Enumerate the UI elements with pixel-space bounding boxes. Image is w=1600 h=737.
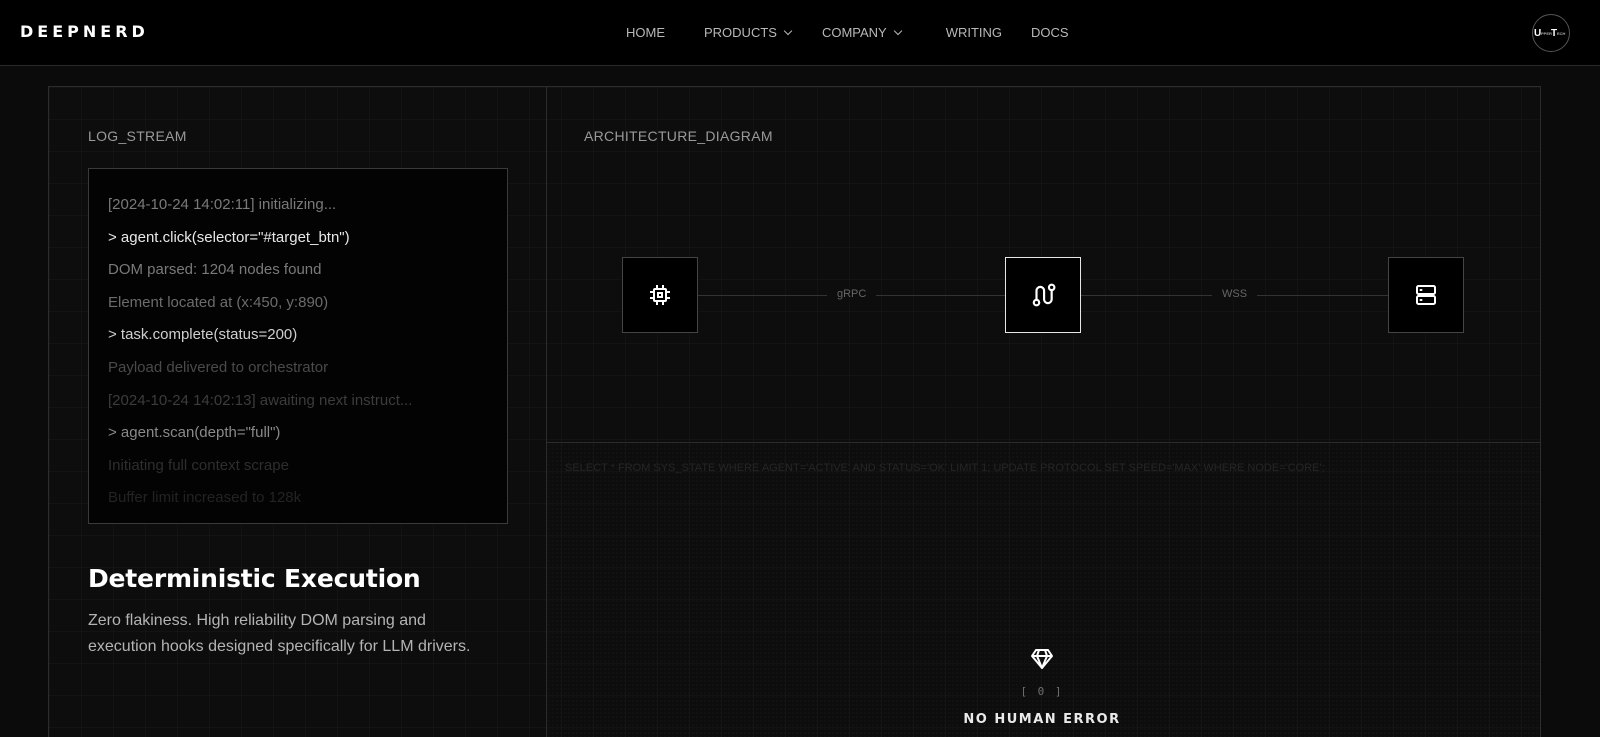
nav-link-products[interactable]: PRODUCTS <box>704 25 793 40</box>
nav-link-docs[interactable]: DOCS <box>1031 25 1069 40</box>
feature-title: Deterministic Execution <box>88 564 421 593</box>
connection-label-wss: WSS <box>1212 288 1258 300</box>
feature-description: Zero flakiness. High reliability DOM par… <box>88 612 471 655</box>
route-icon <box>1032 283 1056 307</box>
top-navbar: DEEPNERD HOME PRODUCTS COMPANY WRITING D… <box>0 0 1600 66</box>
chevron-down-icon <box>783 26 793 35</box>
architecture-diagram-label: ARCHITECTURE_DIAGRAM <box>584 128 773 144</box>
logo[interactable]: DEEPNERD <box>20 22 149 41</box>
log-line: DOM parsed: 1204 nodes found <box>108 261 322 279</box>
nav-link-company[interactable]: COMPANY <box>821 25 902 40</box>
svg-text:ECH: ECH <box>1557 31 1566 36</box>
diamond-icon <box>1030 648 1054 674</box>
nav-link-label: HOME <box>626 25 665 40</box>
nav-link-label: COMPANY <box>821 25 887 40</box>
metric-title: NO HUMAN ERROR <box>963 712 1121 727</box>
chevron-down-icon <box>893 26 902 35</box>
uppertech-logo-icon: U PPER T ECH <box>1534 28 1566 39</box>
log-line: Buffer limit increased to 128k <box>108 489 302 507</box>
nav-link-home[interactable]: HOME <box>626 25 665 40</box>
nav-link-label: DOCS <box>1031 25 1069 40</box>
metric-counter: [ 0 ] <box>1020 685 1064 698</box>
diagram-node-agent[interactable] <box>622 257 698 333</box>
log-line: > agent.scan(depth="full") <box>108 424 281 442</box>
log-line: Payload delivered to orchestrator <box>108 358 329 376</box>
log-line: [2024-10-24 14:02:11] initializing... <box>108 196 337 213</box>
log-line: > task.complete(status=200) <box>108 326 298 344</box>
diagram-node-router[interactable] <box>1005 257 1081 333</box>
sql-query-text: SELECT * FROM SYS_STATE WHERE AGENT='ACT… <box>565 462 1325 474</box>
cpu-icon <box>650 285 670 305</box>
diagram-node-server[interactable] <box>1388 257 1464 333</box>
log-stream-box[interactable]: [2024-10-24 14:02:11] initializing... > … <box>88 168 508 524</box>
log-line: Element located at (x:450, y:890) <box>108 293 329 311</box>
log-line: > agent.click(selector="#target_btn") <box>108 228 350 246</box>
nav-link-writing[interactable]: WRITING <box>946 25 1002 40</box>
log-line: [2024-10-24 14:02:13] awaiting next inst… <box>108 391 413 409</box>
connection-label-grpc: gRPC <box>827 288 877 300</box>
nav-links: HOME PRODUCTS COMPANY WRITING DOCS <box>626 25 1069 40</box>
log-stream-label: LOG_STREAM <box>88 128 187 144</box>
nav-link-label: PRODUCTS <box>704 25 777 40</box>
log-line: Initiating full context scrape <box>108 456 289 474</box>
nav-link-label: WRITING <box>945 25 1003 40</box>
server-icon <box>1416 285 1436 305</box>
avatar[interactable]: U PPER T ECH <box>1532 14 1570 52</box>
